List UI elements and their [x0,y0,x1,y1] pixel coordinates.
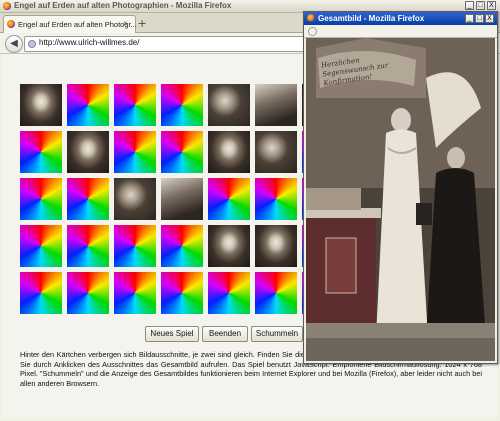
firefox-icon [3,2,11,10]
memory-card-hidden[interactable] [20,225,62,267]
memory-card-grid [20,84,344,324]
tab-close-icon[interactable]: × [123,19,128,28]
address-bar[interactable]: http://www.ulrich-willmes.de/ [24,36,316,52]
firefox-icon [307,14,315,22]
main-minimize-button[interactable]: _ [465,1,474,10]
memory-card-hidden[interactable] [114,225,156,267]
memory-card-hidden[interactable] [208,272,250,314]
memory-card-revealed[interactable] [67,131,109,173]
memory-card-hidden[interactable] [161,225,203,267]
memory-card-revealed[interactable] [255,84,297,126]
memory-card-revealed[interactable] [255,225,297,267]
popup-titlebar[interactable]: Gesamtbild - Mozilla Firefox _ □ X [304,12,497,25]
memory-card-hidden[interactable] [114,131,156,173]
main-maximize-button[interactable]: □ [476,1,485,10]
memory-card-hidden[interactable] [20,272,62,314]
end-game-button[interactable]: Beenden [202,326,248,342]
popup-minimize-button[interactable]: _ [465,14,474,23]
memory-card-hidden[interactable] [255,178,297,220]
memory-card-revealed[interactable] [20,84,62,126]
memory-card-revealed[interactable] [114,178,156,220]
tab-favicon-icon [7,20,15,28]
memory-card-hidden[interactable] [67,84,109,126]
memory-card-hidden[interactable] [255,272,297,314]
popup-address-bar [304,25,497,38]
memory-card-revealed[interactable] [255,131,297,173]
memory-card-hidden[interactable] [67,225,109,267]
memory-card-revealed[interactable] [208,84,250,126]
window-title: Engel auf Erden auf alten Photographien … [14,1,232,10]
new-game-button[interactable]: Neues Spiel [145,326,199,342]
memory-card-hidden[interactable] [114,272,156,314]
memory-card-hidden[interactable] [161,272,203,314]
popup-close-button[interactable]: X [485,14,494,23]
memory-card-hidden[interactable] [161,84,203,126]
back-button[interactable]: ◀ [5,35,23,53]
memory-card-revealed[interactable] [161,178,203,220]
memory-card-hidden[interactable] [67,178,109,220]
memory-card-revealed[interactable] [208,225,250,267]
tab-active[interactable]: Engel auf Erden auf alten Photogr... × [3,15,137,33]
memory-card-hidden[interactable] [20,131,62,173]
cheat-button[interactable]: Schummeln [251,326,303,342]
tab-label: Engel auf Erden auf alten Photogr... [18,20,137,29]
url-text: http://www.ulrich-willmes.de/ [39,38,140,47]
back-arrow-icon: ◀ [10,38,18,49]
memory-card-hidden[interactable] [161,131,203,173]
memory-card-hidden[interactable] [20,178,62,220]
memory-card-hidden[interactable] [208,178,250,220]
memory-card-hidden[interactable] [114,84,156,126]
memory-card-revealed[interactable] [208,131,250,173]
main-close-button[interactable]: X [487,1,496,10]
popup-title: Gesamtbild - Mozilla Firefox [318,14,425,23]
popup-window: Gesamtbild - Mozilla Firefox _ □ X Herzl… [303,11,498,364]
popup-maximize-button[interactable]: □ [475,14,484,23]
memory-card-hidden[interactable] [67,272,109,314]
site-identity-icon[interactable] [28,40,36,48]
page-icon [308,27,317,36]
new-tab-button[interactable]: + [138,14,146,32]
full-image: Herzlichen Segenswunsch zur Konfirmation… [306,38,495,361]
